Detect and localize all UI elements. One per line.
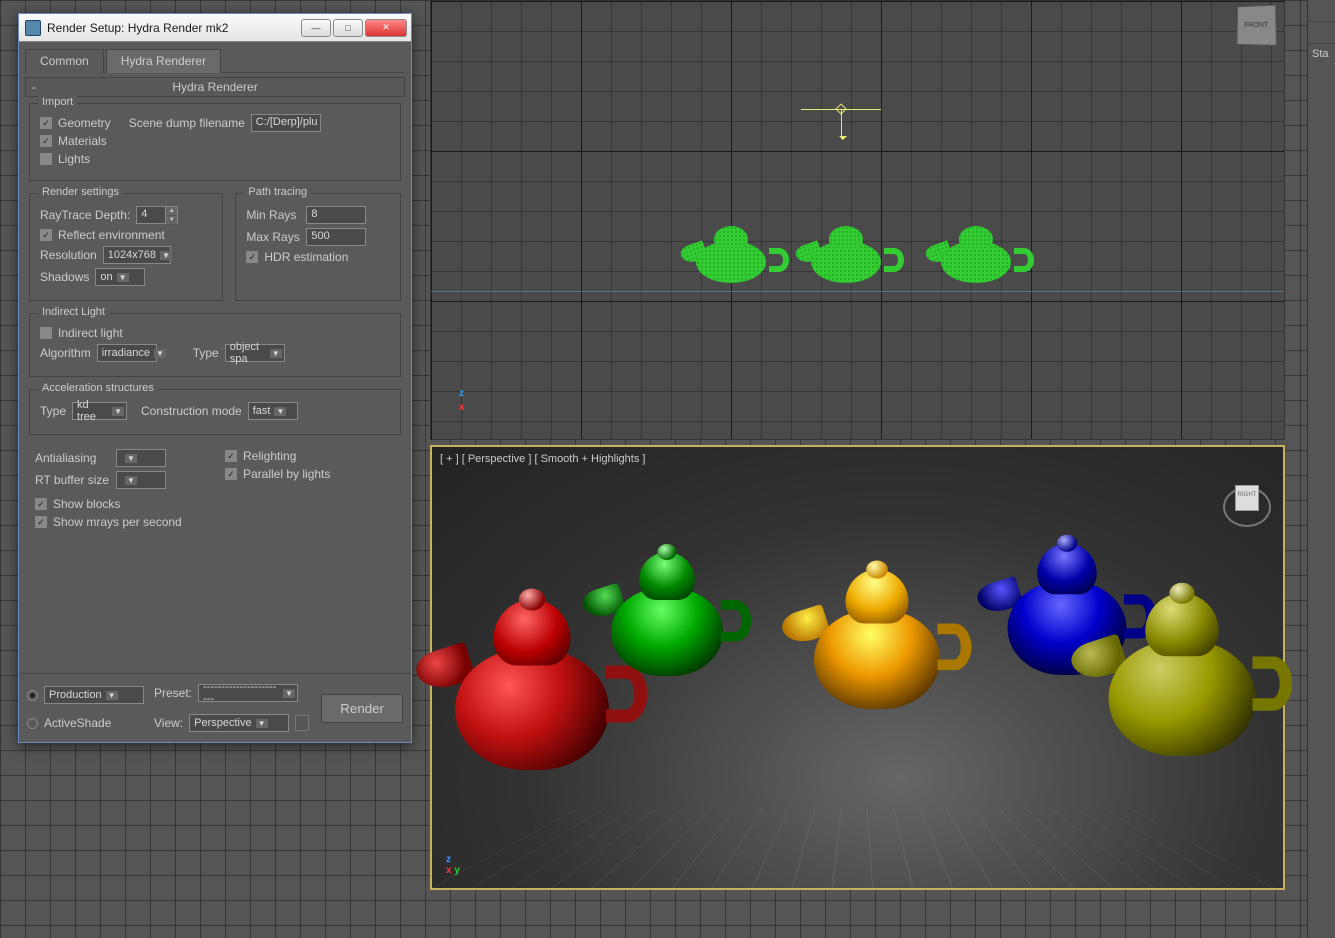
label-algorithm: Algorithm (40, 346, 91, 360)
select-resolution[interactable]: 1024x768 (103, 246, 171, 264)
label-show-mrays: Show mrays per second (53, 515, 182, 529)
legend-path-tracing: Path tracing (244, 186, 311, 198)
label-shadows: Shadows (40, 270, 89, 284)
checkbox-relighting[interactable] (225, 450, 237, 462)
select-algorithm[interactable]: irradiance (97, 344, 157, 362)
label-rt-buffer: RT buffer size (35, 473, 110, 487)
spinner-raytrace-depth[interactable]: 4 ▲▼ (136, 206, 178, 224)
radio-activeshade[interactable] (27, 718, 38, 729)
group-path-tracing: Path tracing Min Rays 8 Max Rays 500 HDR… (235, 193, 401, 301)
checkbox-hdr-estimation[interactable] (246, 251, 258, 263)
label-materials: Materials (58, 134, 107, 148)
label-view: View: (154, 716, 183, 730)
label-resolution: Resolution (40, 248, 97, 262)
viewport-front[interactable]: FRONT z x (430, 0, 1285, 440)
maximize-button[interactable]: □ (333, 19, 363, 37)
tab-common[interactable]: Common (25, 49, 104, 73)
group-render-settings: Render settings RayTrace Depth: 4 ▲▼ Ref… (29, 193, 223, 301)
tab-hydra-renderer[interactable]: Hydra Renderer (106, 49, 221, 73)
legend-render-settings: Render settings (38, 186, 123, 198)
select-construction-mode[interactable]: fast (248, 402, 298, 420)
legend-import: Import (38, 96, 77, 108)
select-accel-type[interactable]: kd tree (72, 402, 127, 420)
label-indirect-light: Indirect light (58, 326, 123, 340)
label-min-rays: Min Rays (246, 208, 300, 222)
label-antialiasing: Antialiasing (35, 451, 110, 465)
app-icon (25, 20, 41, 36)
select-preset[interactable]: ----------------------- (198, 684, 298, 702)
label-relighting: Relighting (243, 449, 296, 463)
viewcube-top[interactable]: FRONT (1236, 5, 1277, 46)
ground-line (431, 291, 1284, 292)
legend-acceleration: Acceleration structures (38, 382, 158, 394)
checkbox-geometry[interactable] (40, 117, 52, 129)
label-raytrace-depth: RayTrace Depth: (40, 208, 130, 222)
label-geometry: Geometry (58, 116, 111, 130)
viewport-perspective[interactable]: [ + ] [ Perspective ] [ Smooth + Highlig… (430, 445, 1285, 890)
label-show-blocks: Show blocks (53, 497, 120, 511)
radio-production[interactable] (27, 690, 38, 701)
checkbox-show-blocks[interactable] (35, 498, 47, 510)
label-reflect-environment: Reflect environment (58, 228, 165, 242)
label-scene-dump-filename: Scene dump filename (129, 116, 245, 130)
input-min-rays[interactable]: 8 (306, 206, 366, 224)
select-indirect-type[interactable]: object spa (225, 344, 285, 362)
right-command-panel[interactable]: Sta (1307, 0, 1335, 938)
viewcube-perspective[interactable]: RIGHT (1221, 481, 1273, 527)
lock-view-icon[interactable] (295, 715, 309, 731)
checkbox-parallel-by-lights[interactable] (225, 468, 237, 480)
select-antialiasing[interactable] (116, 449, 166, 467)
floor-grid (432, 808, 1283, 888)
wireframe-teapot-3[interactable] (931, 226, 1026, 286)
checkbox-show-mrays[interactable] (35, 516, 47, 528)
close-button[interactable]: ✕ (365, 19, 407, 37)
select-shadows[interactable]: on (95, 268, 145, 286)
wireframe-teapot-2[interactable] (801, 226, 896, 286)
right-panel-label: Sta (1308, 44, 1335, 64)
checkbox-indirect-light[interactable] (40, 327, 52, 339)
checkbox-lights[interactable] (40, 153, 52, 165)
group-acceleration: Acceleration structures Type kd tree Con… (29, 389, 401, 435)
input-max-rays[interactable]: 500 (306, 228, 366, 246)
rollout-hydra-renderer[interactable]: Hydra Renderer (25, 77, 405, 97)
label-lights: Lights (58, 152, 90, 166)
wireframe-teapot-1[interactable] (686, 226, 781, 286)
teapot-green[interactable] (595, 544, 739, 680)
render-button[interactable]: Render (321, 694, 403, 723)
tabs: Common Hydra Renderer (25, 48, 405, 73)
dialog-title: Render Setup: Hydra Render mk2 (47, 21, 301, 35)
axis-gizmo-top: z x (459, 385, 465, 413)
group-import: Import Geometry Materials Lights Scene d… (29, 103, 401, 181)
axis-gizmo-perspective: z x y (446, 854, 460, 876)
label-indirect-type: Type (193, 346, 219, 360)
teapot-yellow[interactable] (796, 561, 958, 714)
label-parallel-by-lights: Parallel by lights (243, 467, 330, 481)
checkbox-reflect-environment[interactable] (40, 229, 52, 241)
label-preset: Preset: (154, 686, 192, 700)
select-view[interactable]: Perspective (189, 714, 289, 732)
render-setup-dialog[interactable]: Render Setup: Hydra Render mk2 — □ ✕ Com… (18, 13, 412, 743)
checkbox-materials[interactable] (40, 135, 52, 147)
label-max-rays: Max Rays (246, 230, 300, 244)
input-scene-dump-filename[interactable]: C:/[Derp]/plu (251, 114, 321, 132)
select-rt-buffer[interactable] (116, 471, 166, 489)
legend-indirect-light: Indirect Light (38, 306, 109, 318)
label-hdr-estimation: HDR estimation (264, 250, 348, 264)
label-activeshade: ActiveShade (44, 716, 111, 730)
minimize-button[interactable]: — (301, 19, 331, 37)
dialog-titlebar[interactable]: Render Setup: Hydra Render mk2 — □ ✕ (19, 14, 411, 42)
label-construction-mode: Construction mode (141, 404, 242, 418)
select-render-mode[interactable]: Production (44, 686, 144, 704)
dialog-footer: Production ActiveShade Preset: ---------… (19, 673, 411, 742)
viewport-label[interactable]: [ + ] [ Perspective ] [ Smooth + Highlig… (440, 453, 645, 465)
label-accel-type: Type (40, 404, 66, 418)
teapot-olive[interactable] (1088, 583, 1277, 762)
light-gizmo[interactable] (801, 109, 881, 129)
group-indirect-light: Indirect Light Indirect light Algorithm … (29, 313, 401, 377)
